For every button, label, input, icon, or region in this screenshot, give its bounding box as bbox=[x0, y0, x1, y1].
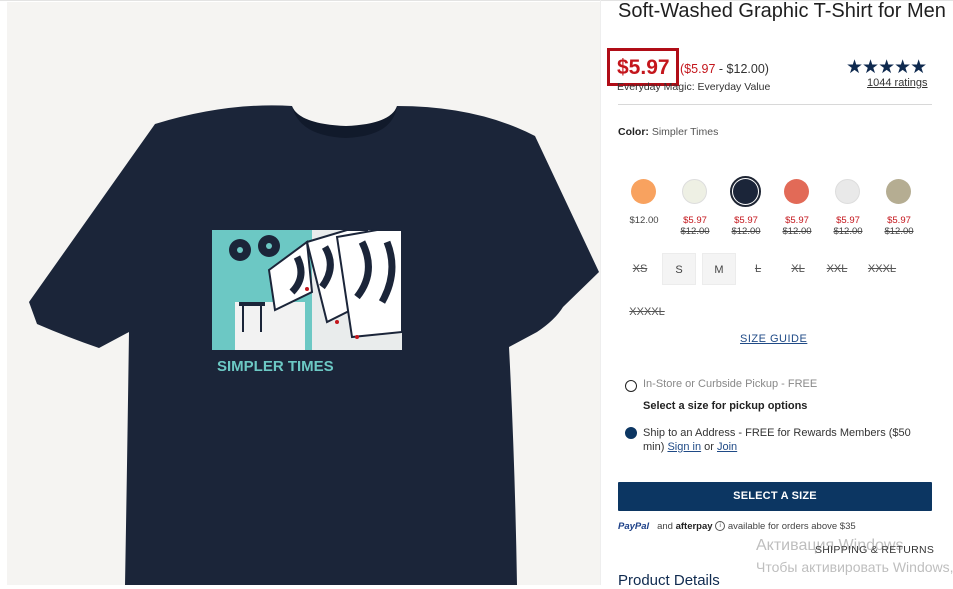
swatch-old-price: $12.00 bbox=[833, 226, 863, 237]
product-details-heading[interactable]: Product Details bbox=[618, 572, 720, 589]
price-range-high: - $12.00) bbox=[715, 62, 769, 76]
swatch-price: $5.97 bbox=[887, 215, 911, 226]
swatch-price: $5.97 bbox=[734, 215, 758, 226]
price-range-low: ($5.97 bbox=[680, 62, 716, 76]
size-option-xl[interactable]: XL bbox=[781, 253, 815, 285]
windows-activation-watermark: Активация Windows bbox=[756, 537, 904, 554]
swatch-price: $5.97 bbox=[785, 215, 809, 226]
ship-option-label: Ship to an Address - FREE for Rewards Me… bbox=[643, 427, 911, 439]
sign-in-link[interactable]: Sign in bbox=[667, 441, 701, 453]
paypal-logo: PayPal bbox=[618, 521, 650, 532]
payment-note: available for orders above $35 bbox=[727, 521, 856, 532]
ship-min-text: min) bbox=[643, 441, 665, 453]
pickup-radio[interactable] bbox=[625, 380, 637, 392]
everyday-value-label: Everyday Magic: Everyday Value bbox=[617, 81, 771, 93]
swatch-old-price: $12.00 bbox=[782, 226, 812, 237]
swatch-old-price: $12.00 bbox=[680, 226, 710, 237]
size-option-s[interactable]: S bbox=[662, 253, 696, 285]
product-title: Soft-Washed Graphic T-Shirt for Men bbox=[618, 0, 946, 22]
shirt-graphic-text: SIMPLER TIMES bbox=[217, 358, 334, 375]
divider bbox=[618, 104, 932, 105]
size-option-xxxxl[interactable]: XXXXL bbox=[623, 296, 671, 328]
rating-stars-icon[interactable]: ★★★★★ bbox=[846, 56, 927, 79]
size-option-xxl[interactable]: XXL bbox=[820, 253, 854, 285]
swatch-price: $12.00 bbox=[629, 215, 659, 226]
color-swatch-camo-print[interactable] bbox=[886, 179, 911, 204]
column-divider bbox=[600, 0, 601, 585]
sale-price: $5.97 bbox=[617, 56, 670, 79]
pickup-option-label: In-Store or Curbside Pickup - FREE bbox=[643, 378, 818, 390]
size-option-l[interactable]: L bbox=[741, 253, 775, 285]
size-option-xs[interactable]: XS bbox=[623, 253, 657, 285]
ship-option-line2: min) Sign in or Join bbox=[643, 441, 737, 453]
payment-info: PayPal and afterpay i available for orde… bbox=[618, 521, 856, 532]
windows-activation-watermark-sub: Чтобы активировать Windows, перейдите в … bbox=[756, 559, 953, 575]
size-guide-link[interactable]: SIZE GUIDE bbox=[740, 333, 807, 345]
select-size-button[interactable]: SELECT A SIZE bbox=[618, 482, 932, 511]
swatch-old-price: $12.00 bbox=[731, 226, 761, 237]
color-label-prefix: Color: bbox=[618, 126, 649, 138]
ship-radio[interactable] bbox=[625, 427, 637, 439]
size-option-m[interactable]: M bbox=[702, 253, 736, 285]
price-range: ($5.97 - $12.00) bbox=[680, 62, 769, 76]
selected-color-name: Simpler Times bbox=[651, 126, 719, 138]
swatch-price: $5.97 bbox=[836, 215, 860, 226]
info-icon[interactable]: i bbox=[715, 521, 726, 532]
swatch-price: $5.97 bbox=[683, 215, 707, 226]
tshirt-image: SIMPLER TIMES bbox=[7, 2, 601, 585]
product-image[interactable]: SIMPLER TIMES bbox=[7, 2, 601, 585]
color-swatch-navy[interactable] bbox=[733, 179, 758, 204]
color-swatch-light-gray[interactable] bbox=[835, 179, 860, 204]
or-text: or bbox=[704, 441, 714, 453]
color-label: Color: Simpler Times bbox=[618, 126, 718, 138]
swatch-old-price: $12.00 bbox=[884, 226, 914, 237]
join-link[interactable]: Join bbox=[717, 441, 737, 453]
afterpay-logo: afterpay bbox=[675, 521, 713, 532]
and-text: and bbox=[657, 521, 673, 532]
color-swatch-cream[interactable] bbox=[682, 179, 707, 204]
color-swatch-coral-print[interactable] bbox=[784, 179, 809, 204]
size-option-xxxl[interactable]: XXXL bbox=[863, 253, 901, 285]
pickup-note: Select a size for pickup options bbox=[643, 400, 808, 412]
color-swatch-orange[interactable] bbox=[631, 179, 656, 204]
ratings-link[interactable]: 1044 ratings bbox=[867, 77, 928, 89]
